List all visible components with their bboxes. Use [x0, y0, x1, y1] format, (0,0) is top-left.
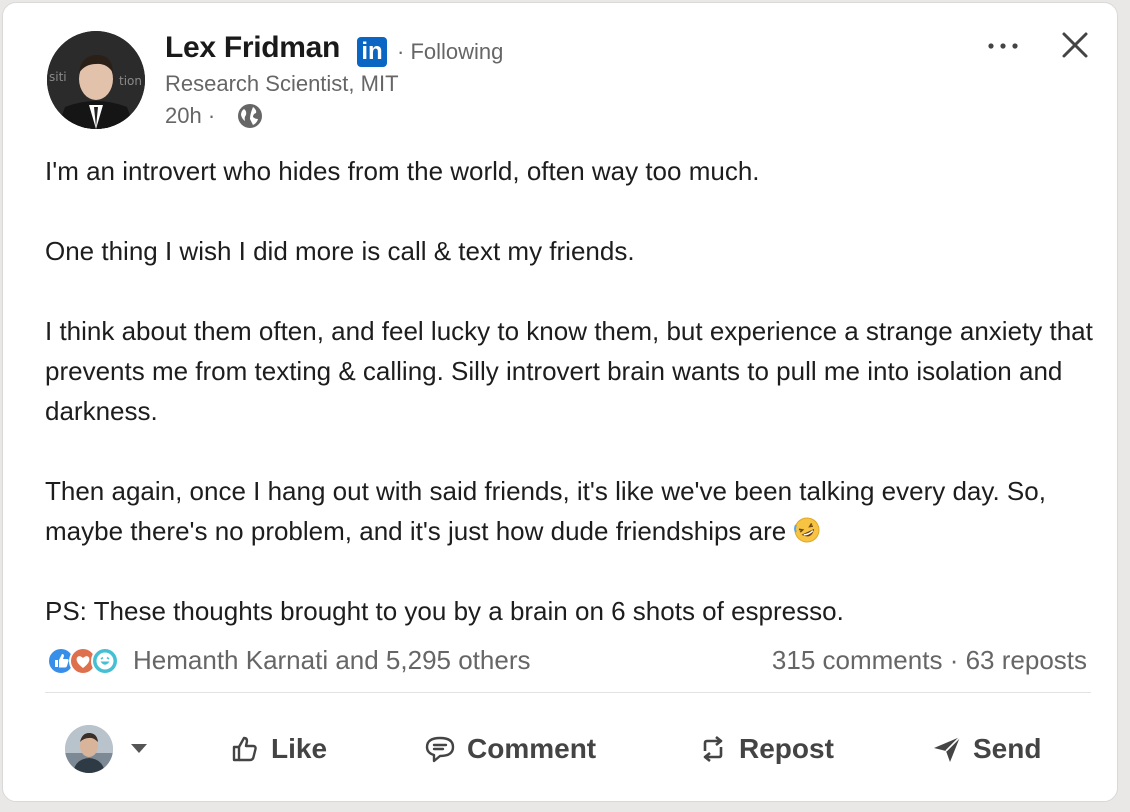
- post-paragraph-text: Then again, once I hang out with said fr…: [45, 476, 1046, 546]
- actor-switcher[interactable]: [65, 723, 155, 775]
- thumbs-up-icon: [232, 736, 257, 762]
- reaction-icons[interactable]: [47, 645, 127, 677]
- repost-label: Repost: [739, 733, 834, 764]
- rolling-laughing-emoji: [794, 517, 820, 543]
- like-label: Like: [271, 733, 328, 764]
- repost-button[interactable]: Repost: [697, 725, 834, 773]
- post-paragraph: PS: These thoughts brought to you by a b…: [45, 596, 844, 626]
- post-time: 20h ·: [165, 103, 216, 128]
- post-card: siti tion Lex Fridman in · Following Res…: [2, 2, 1118, 802]
- divider: [45, 692, 1091, 693]
- more-options-button[interactable]: [979, 25, 1027, 65]
- engagement-counts: 315 comments · 63 reposts: [772, 645, 1087, 676]
- more-icon: [988, 43, 1018, 49]
- send-icon: [934, 736, 961, 762]
- send-label: Send: [973, 733, 1042, 764]
- reactors-summary[interactable]: Hemanth Karnati and 5,295 others: [133, 645, 530, 676]
- comment-button[interactable]: Comment: [423, 725, 596, 773]
- post-paragraph: I'm an introvert who hides from the worl…: [45, 156, 760, 186]
- funny-reaction-icon: [91, 647, 119, 675]
- reposts-count[interactable]: 63 reposts: [966, 645, 1087, 675]
- comments-count[interactable]: 315 comments: [772, 645, 943, 675]
- linkedin-icon: in: [357, 37, 387, 67]
- close-button[interactable]: [1055, 25, 1095, 65]
- chevron-down-icon: [131, 744, 147, 753]
- author-name[interactable]: Lex Fridman: [165, 31, 340, 65]
- post-paragraph: One thing I wish I did more is call & te…: [45, 236, 635, 266]
- send-button[interactable]: Send: [931, 725, 1041, 773]
- svg-text:tion: tion: [119, 74, 142, 88]
- author-avatar[interactable]: siti tion: [47, 31, 145, 129]
- comment-icon: [425, 736, 455, 763]
- post-paragraph: I think about them often, and feel lucky…: [45, 316, 1093, 426]
- counts-separator: ·: [949, 645, 959, 675]
- comment-label: Comment: [467, 733, 597, 764]
- like-button[interactable]: Like: [229, 725, 327, 773]
- repost-icon: [703, 735, 723, 763]
- globe-icon: [238, 104, 262, 128]
- close-icon: [1062, 32, 1088, 58]
- post-paragraph: Then again, once I hang out with said fr…: [45, 471, 1095, 551]
- post-body: I'm an introvert who hides from the worl…: [45, 151, 1095, 671]
- follow-status[interactable]: · Following: [397, 39, 503, 65]
- author-headline: Research Scientist, MIT: [165, 71, 399, 96]
- user-avatar: [65, 725, 113, 773]
- svg-text:siti: siti: [49, 70, 67, 84]
